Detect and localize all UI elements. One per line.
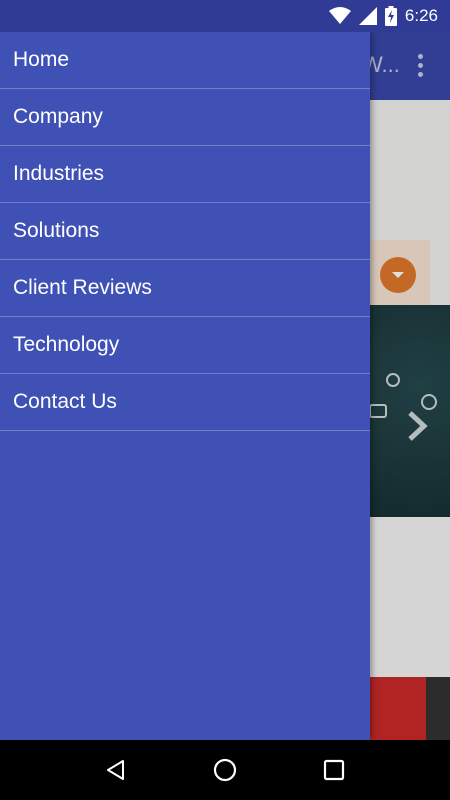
drawer-item-label: Home <box>13 48 70 71</box>
drawer-item-contact-us[interactable]: Contact Us <box>0 374 370 431</box>
back-icon[interactable] <box>96 750 136 790</box>
drawer-item-label: Client Reviews <box>13 276 152 299</box>
drawer-item-home[interactable]: Home <box>0 32 370 89</box>
drawer-item-label: Contact Us <box>13 390 117 413</box>
cell-signal-icon <box>358 7 377 25</box>
drawer-item-label: Solutions <box>13 219 100 242</box>
drawer-item-industries[interactable]: Industries <box>0 146 370 203</box>
wifi-icon <box>328 7 351 25</box>
drawer-item-client-reviews[interactable]: Client Reviews <box>0 260 370 317</box>
navigation-drawer: Home Company Industries Solutions Client… <box>0 32 370 740</box>
drawer-item-company[interactable]: Company <box>0 89 370 146</box>
status-time: 6:26 <box>404 6 438 25</box>
drawer-item-label: Technology <box>13 333 120 356</box>
drawer-item-technology[interactable]: Technology <box>0 317 370 374</box>
drawer-item-label: Company <box>13 105 103 128</box>
status-bar: 6:26 <box>0 0 450 32</box>
home-icon[interactable] <box>205 750 245 790</box>
system-nav-bar <box>0 740 450 800</box>
recents-icon[interactable] <box>314 750 354 790</box>
battery-charging-icon <box>384 6 397 26</box>
drawer-item-label: Industries <box>13 162 105 185</box>
drawer-item-solutions[interactable]: Solutions <box>0 203 370 260</box>
